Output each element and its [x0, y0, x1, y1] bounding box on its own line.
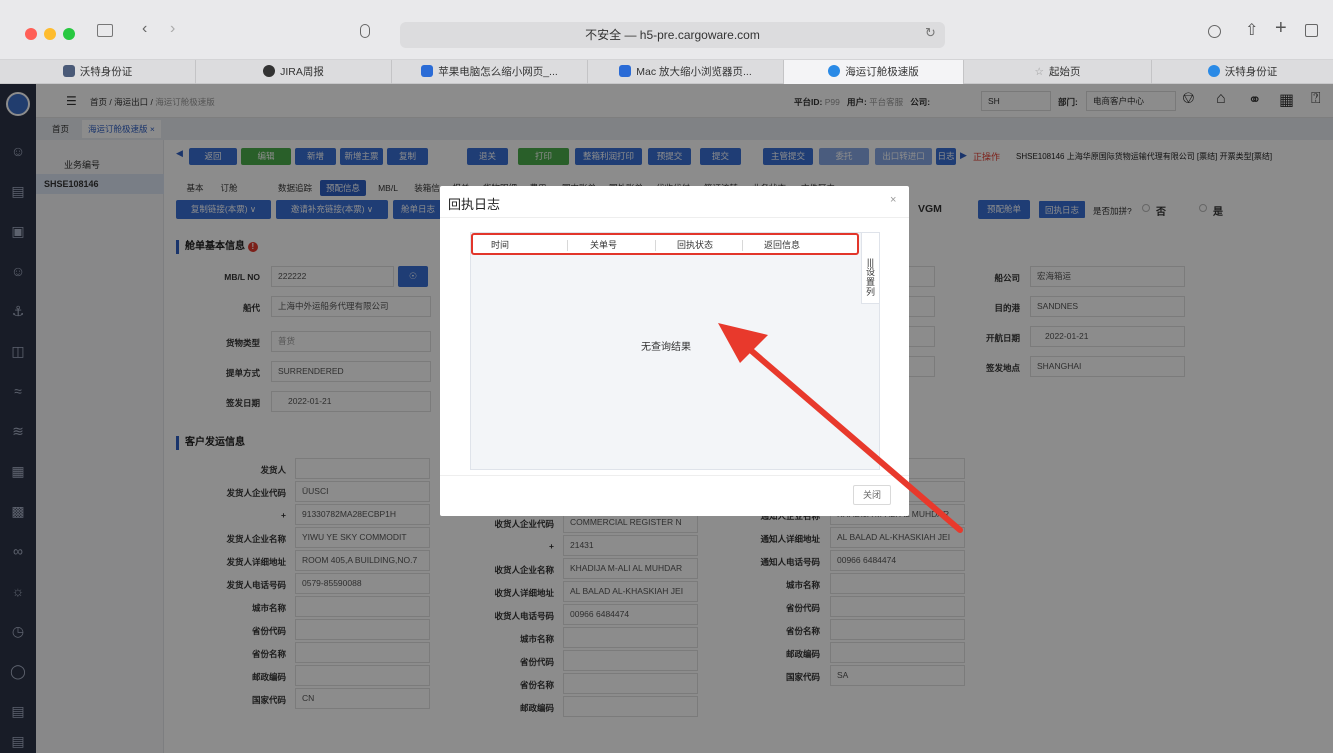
annotation-arrow	[718, 323, 963, 533]
arrow-shaft	[737, 338, 963, 533]
